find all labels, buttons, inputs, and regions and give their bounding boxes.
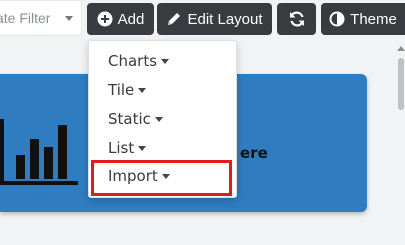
caret-down-icon	[161, 59, 170, 64]
plus-circle-icon	[97, 11, 113, 27]
theme-button[interactable]: Theme	[321, 3, 405, 35]
scroll-up-icon[interactable]	[397, 46, 405, 51]
dashboard-toolbar: ate Filter Add Edit Layout Theme	[0, 0, 405, 38]
menu-item-label: Import	[108, 167, 158, 185]
pencil-icon	[166, 11, 182, 27]
half-circle-theme-icon	[329, 11, 345, 27]
menu-item-import[interactable]: Import	[108, 164, 170, 188]
add-button-label: Add	[117, 10, 145, 28]
tile-text: ere	[240, 144, 268, 162]
caret-down-icon	[154, 117, 163, 122]
date-filter-label: ate Filter	[0, 10, 51, 26]
edit-layout-label: Edit Layout	[187, 10, 263, 28]
refresh-button[interactable]	[277, 3, 316, 35]
menu-item-static[interactable]: Static	[108, 107, 163, 131]
bar-chart-icon	[0, 117, 78, 192]
caret-down-icon	[161, 174, 170, 179]
chevron-down-icon	[65, 16, 73, 21]
add-button[interactable]: Add	[87, 3, 154, 35]
page-scrollbar[interactable]	[395, 40, 405, 245]
menu-item-list[interactable]: List	[108, 136, 147, 160]
menu-item-label: Tile	[108, 81, 135, 99]
menu-item-label: Charts	[108, 52, 158, 70]
date-filter-dropdown[interactable]: ate Filter	[0, 0, 82, 36]
theme-button-label: Theme	[350, 10, 397, 28]
menu-item-label: List	[108, 139, 135, 157]
caret-down-icon	[138, 88, 147, 93]
caret-down-icon	[138, 146, 147, 151]
menu-item-tile[interactable]: Tile	[108, 78, 147, 102]
scroll-thumb[interactable]	[398, 58, 404, 110]
edit-layout-button[interactable]: Edit Layout	[157, 3, 272, 35]
add-dropdown-menu: Charts Tile Static List Import	[88, 40, 237, 198]
refresh-icon	[288, 10, 306, 28]
menu-item-label: Static	[108, 110, 151, 128]
menu-item-charts[interactable]: Charts	[108, 49, 170, 73]
